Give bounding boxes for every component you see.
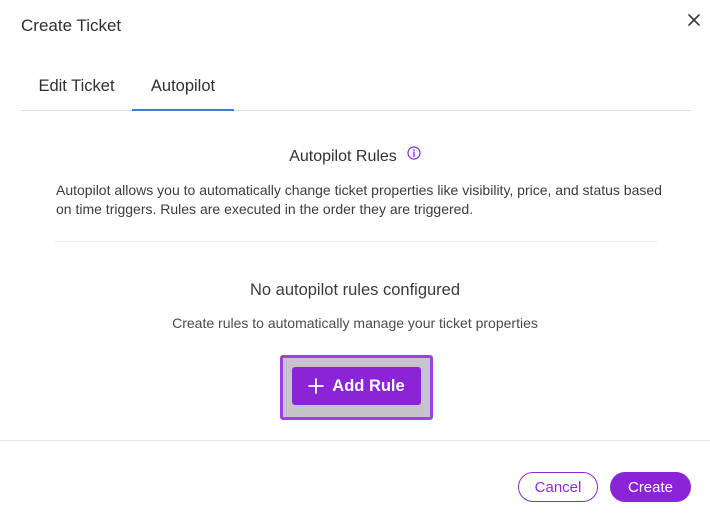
close-button[interactable] xyxy=(684,10,704,30)
info-icon[interactable] xyxy=(407,146,421,160)
autopilot-rules-title: Autopilot Rules xyxy=(289,148,397,165)
autopilot-rules-heading: Autopilot Rules xyxy=(0,146,710,166)
cancel-button[interactable]: Cancel xyxy=(518,472,598,502)
close-icon xyxy=(688,14,700,26)
tab-autopilot[interactable]: Autopilot xyxy=(132,64,234,111)
section-divider xyxy=(55,241,657,242)
tab-edit-ticket[interactable]: Edit Ticket xyxy=(21,64,132,109)
empty-state-title: No autopilot rules configured xyxy=(249,281,461,299)
add-rule-button[interactable]: Add Rule xyxy=(292,367,421,405)
add-rule-label: Add Rule xyxy=(332,376,405,395)
footer-divider xyxy=(0,440,710,441)
create-button[interactable]: Create xyxy=(610,472,691,502)
empty-state-subtitle: Create rules to automatically manage you… xyxy=(172,315,538,331)
tab-bar: Edit Ticket Autopilot xyxy=(21,64,691,111)
autopilot-description: Autopilot allows you to automatically ch… xyxy=(56,182,662,217)
plus-icon xyxy=(308,378,325,394)
add-rule-highlight: Add Rule xyxy=(280,355,433,420)
dialog-title: Create Ticket xyxy=(21,16,122,35)
